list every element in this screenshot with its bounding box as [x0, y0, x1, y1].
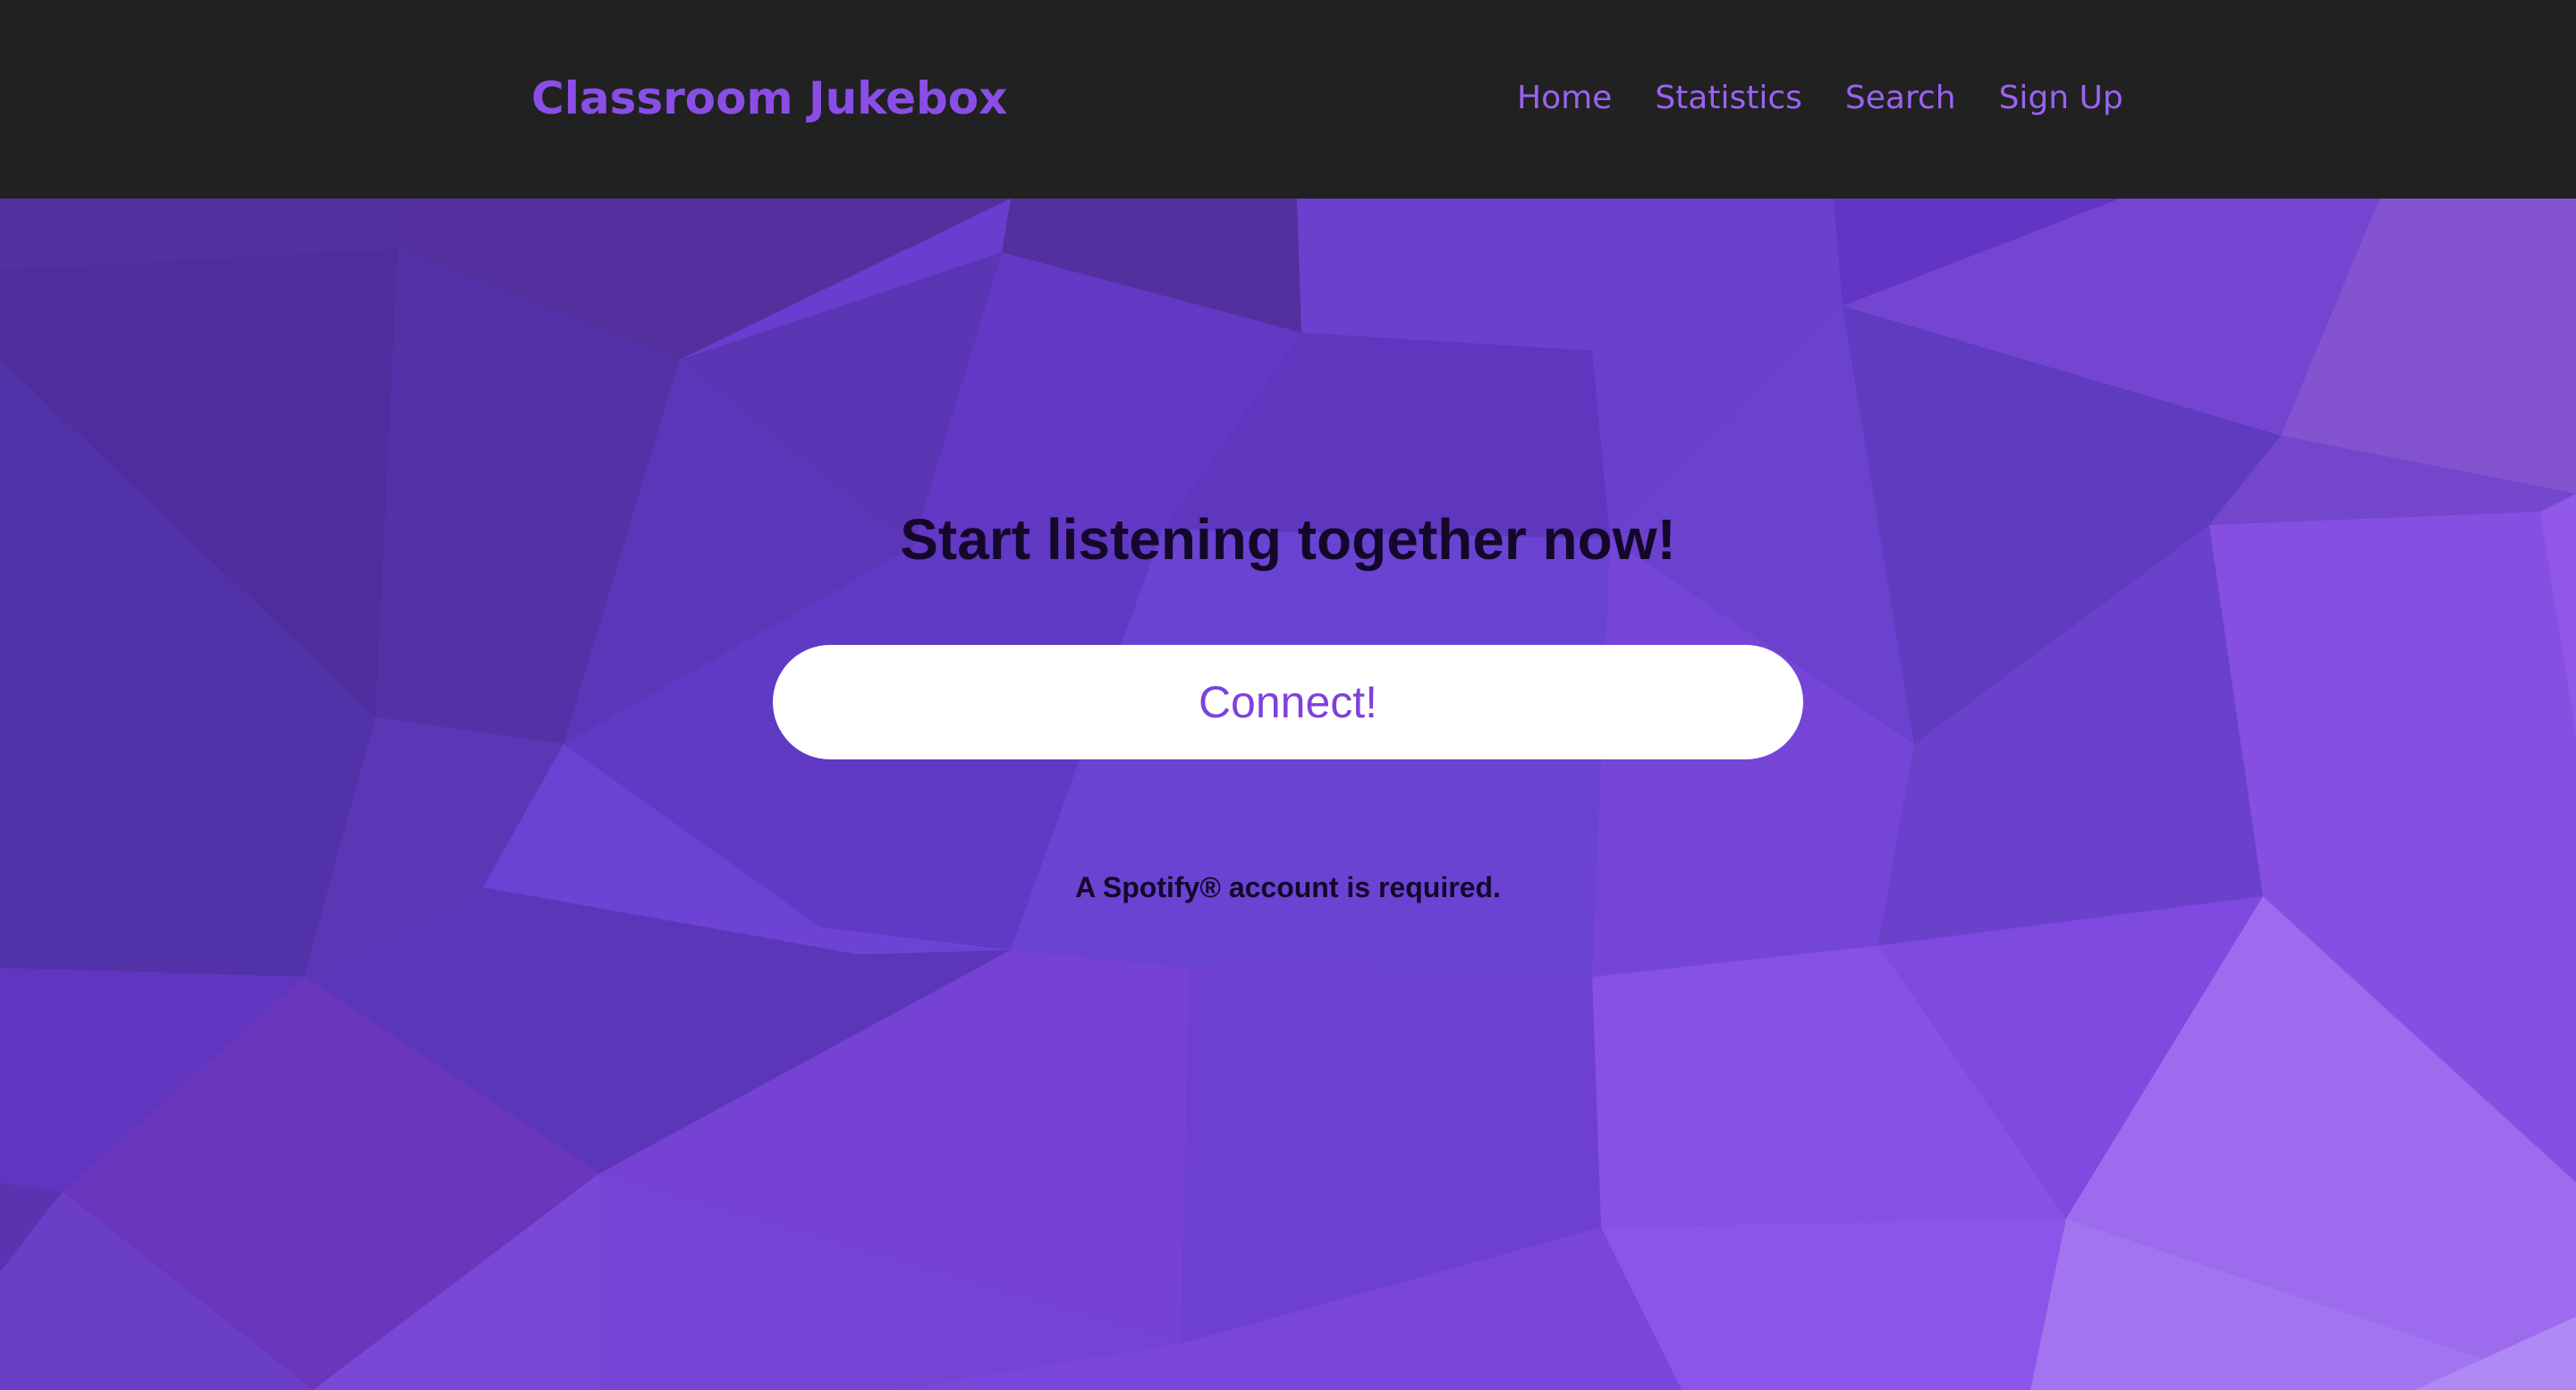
- nav-links: Home Statistics Search Sign Up: [1517, 77, 2123, 120]
- brand-logo-link[interactable]: Classroom Jukebox: [531, 70, 1007, 127]
- navbar: Classroom Jukebox Home Statistics Search…: [0, 0, 2576, 199]
- nav-link-sign-up[interactable]: Sign Up: [1999, 77, 2123, 120]
- nav-link-search[interactable]: Search: [1845, 77, 1956, 120]
- spotify-requirement-note: A Spotify® account is required.: [1075, 871, 1501, 903]
- connect-button[interactable]: Connect!: [773, 645, 1803, 759]
- hero-headline: Start listening together now!: [900, 506, 1676, 572]
- nav-link-statistics[interactable]: Statistics: [1655, 77, 1802, 120]
- hero-section: [0, 199, 2576, 1390]
- nav-link-home[interactable]: Home: [1517, 77, 1612, 120]
- low-poly-background: [0, 199, 2576, 1390]
- page: Classroom Jukebox Home Statistics Search…: [0, 0, 2576, 1390]
